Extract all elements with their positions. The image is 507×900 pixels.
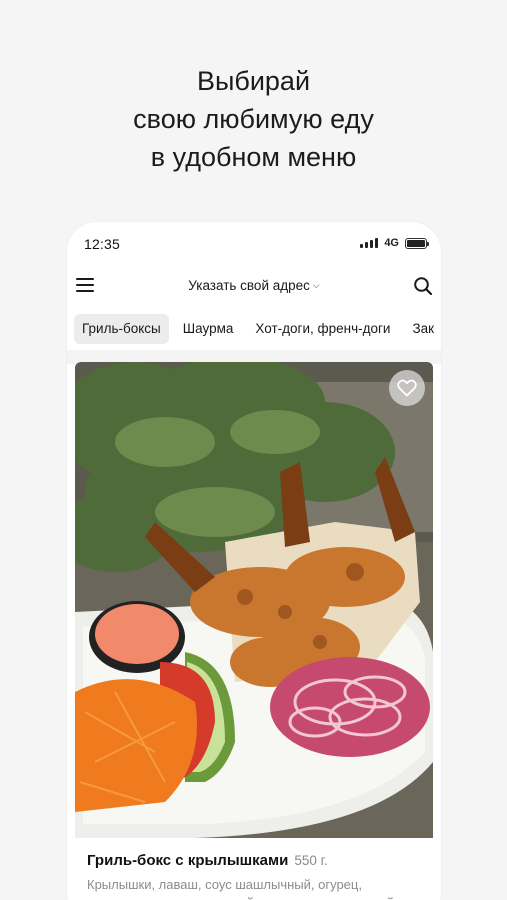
status-time: 12:35 (84, 236, 121, 252)
chevron-down-icon: ⌵ (312, 280, 320, 290)
tab-shawarma[interactable]: Шаурма (175, 314, 242, 344)
product-card[interactable]: Гриль-бокс с крылышками 550 г. Крылышки, … (75, 362, 433, 900)
product-title: Гриль-бокс с крылышками 550 г. (87, 852, 328, 869)
signal-icon (360, 238, 379, 248)
app-bar: Указать свой адрес ⌵ (67, 270, 441, 302)
product-weight: 550 г. (294, 853, 328, 868)
tab-snacks[interactable]: Зак (404, 314, 441, 344)
address-selector[interactable]: Указать свой адрес ⌵ (67, 278, 441, 293)
headline-line-3: в удобном меню (150, 142, 357, 172)
status-icons: 4G (360, 237, 429, 249)
headline-line-2: свою любимую еду (133, 104, 374, 134)
product-name: Гриль-бокс с крылышками (87, 852, 289, 869)
product-photo (75, 362, 433, 838)
status-bar: 12:35 4G (67, 222, 441, 266)
headline-line-1: Выбирай (196, 66, 311, 96)
product-description: Крылышки, лаваш, соус шашлычный, огурец,… (87, 877, 394, 900)
category-tabs: Гриль-боксы Шаурма Хот-доги, френч-доги … (74, 314, 441, 344)
heart-outline-icon (397, 379, 417, 397)
tab-grill-boxes[interactable]: Гриль-боксы (74, 314, 169, 344)
search-icon[interactable] (413, 276, 433, 296)
battery-icon (405, 237, 429, 249)
promo-headline: Выбирай свою любимую еду в удобном меню (0, 62, 507, 176)
address-label: Указать свой адрес (188, 278, 310, 293)
tab-hot-dogs[interactable]: Хот-доги, френч-доги (247, 314, 398, 344)
favorite-button[interactable] (389, 370, 425, 406)
network-type: 4G (384, 237, 399, 249)
phone-screen: 12:35 4G Указать свой адрес ⌵ Гриль-боксы… (67, 222, 441, 900)
